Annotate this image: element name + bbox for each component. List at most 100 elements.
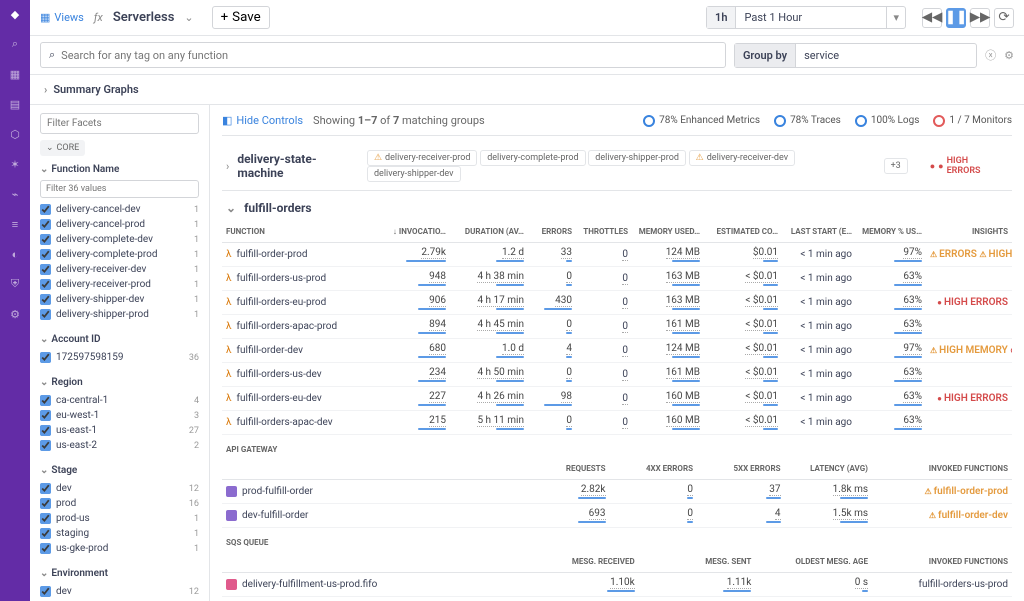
column-header[interactable]: MESG. RECEIVED [522,551,639,573]
facet-title[interactable]: Stage [40,465,199,476]
facet-checkbox[interactable] [40,586,51,597]
column-header[interactable]: LATENCY (AVG) [785,458,873,480]
facet-checkbox[interactable] [40,498,51,509]
security-icon[interactable]: ⛨ [7,276,23,292]
facet-item[interactable]: delivery-shipper-prod1 [40,307,199,322]
column-header[interactable]: REQUESTS [522,458,610,480]
settings-icon[interactable]: ⚙ [7,306,23,322]
chevron-down-icon[interactable]: ⌄ [184,11,193,24]
column-header[interactable] [222,458,522,480]
infra-icon[interactable]: ▤ [7,96,23,112]
column-header[interactable]: MEMORY % US… [856,221,926,243]
facet-checkbox[interactable] [40,309,51,320]
table-row[interactable]: λfulfill-orders-us-dev2344 h 50 min00161… [222,363,1012,387]
table-row[interactable]: λfulfill-orders-eu-prod9064 h 17 min4300… [222,291,1012,315]
column-header[interactable]: 5XX ERRORS [697,458,785,480]
dashboard-icon[interactable]: ▦ [7,66,23,82]
facet-item[interactable]: prod16 [40,496,199,511]
facet-checkbox[interactable] [40,410,51,421]
search-field[interactable] [61,49,717,62]
time-forward-button[interactable]: ▶▶ [970,8,990,28]
time-back-button[interactable]: ◀◀ [922,8,942,28]
metric-enhanced[interactable]: 78% Enhanced Metrics [643,115,760,127]
core-tag[interactable]: ⌄ CORE [40,140,85,156]
facet-checkbox[interactable] [40,513,51,524]
column-header[interactable]: FUNCTION [222,221,382,243]
facet-item[interactable]: delivery-complete-dev1 [40,232,199,247]
facet-item[interactable]: dev12 [40,584,199,599]
facet-item[interactable]: delivery-cancel-dev1 [40,202,199,217]
column-header[interactable]: LAST START (E… [782,221,856,243]
apm-icon[interactable]: ⬡ [7,126,23,142]
pause-button[interactable]: ❚❚ [946,8,966,28]
facet-checkbox[interactable] [40,204,51,215]
table-row[interactable]: λfulfill-orders-apac-dev2155 h 11 min001… [222,411,1012,435]
rum-icon[interactable]: ◐ [7,246,23,262]
facet-item[interactable]: delivery-shipper-dev1 [40,292,199,307]
table-row[interactable]: delivery-fulfillment-eu-prod.fifo1.06k1.… [222,597,1012,601]
metric-traces[interactable]: 78% Traces [774,115,841,127]
facet-item[interactable]: eu-west-13 [40,408,199,423]
table-row[interactable]: λfulfill-orders-apac-prod8944 h 45 min00… [222,315,1012,339]
facet-item[interactable]: staging1 [40,526,199,541]
time-pill[interactable]: 1h [707,7,736,28]
facet-checkbox[interactable] [40,395,51,406]
facet-checkbox[interactable] [40,483,51,494]
function-badge[interactable]: delivery-receiver-prod [367,150,478,166]
column-header[interactable]: ERRORS [528,221,576,243]
column-header[interactable]: INSIGHTS [926,221,1012,243]
facet-title[interactable]: Region [40,377,199,388]
column-header[interactable]: ↓ INVOCATIO… [382,221,450,243]
column-header[interactable]: 4XX ERRORS [610,458,698,480]
column-header[interactable]: INVOKED FUNCTIONS [872,551,1012,573]
facet-item[interactable]: delivery-cancel-prod1 [40,217,199,232]
facet-item[interactable]: delivery-complete-prod1 [40,247,199,262]
facet-checkbox[interactable] [40,528,51,539]
table-row[interactable]: λfulfill-orders-us-prod9484 h 38 min0016… [222,267,1012,291]
summary-graphs[interactable]: › Summary Graphs [30,75,1024,105]
clear-icon[interactable]: ⓧ [985,47,996,63]
facet-checkbox[interactable] [40,352,51,363]
metrics-icon[interactable]: ⌁ [7,186,23,202]
facet-title[interactable]: Environment [40,568,199,579]
refresh-button[interactable]: ⟳ [994,8,1014,28]
gear-icon[interactable]: ⚙ [1004,49,1014,62]
logs-icon[interactable]: ≡ [7,216,23,232]
hide-controls-button[interactable]: ◧ Hide Controls [222,114,303,127]
facet-checkbox[interactable] [40,440,51,451]
column-header[interactable] [222,551,522,573]
facet-checkbox[interactable] [40,234,51,245]
function-badge[interactable]: delivery-complete-prod [480,150,585,166]
function-badge[interactable]: delivery-receiver-dev [689,150,795,166]
column-header[interactable]: ESTIMATED CO… [704,221,782,243]
search-icon[interactable]: ⌕ [7,36,23,52]
facet-item[interactable]: us-east-127 [40,423,199,438]
facet-title[interactable]: Account ID [40,334,199,345]
column-header[interactable]: OLDEST MESG. AGE [755,551,872,573]
facet-checkbox[interactable] [40,279,51,290]
badge-more[interactable]: +3 [884,158,908,174]
table-row[interactable]: λfulfill-order-prod2.79k1.2 d330124 MB$0… [222,243,1012,267]
monitors-icon[interactable]: ✶ [7,156,23,172]
column-header[interactable]: INVOKED FUNCTIONS [872,458,1012,480]
table-row[interactable]: λfulfill-order-dev6801.0 d40124 MB< $0.0… [222,339,1012,363]
column-header[interactable]: DURATION (AV… [450,221,528,243]
table-row[interactable]: prod-fulfill-order2.82k0371.8k msfulfill… [222,480,1012,504]
facet-item[interactable]: ca-central-14 [40,393,199,408]
save-button[interactable]: + Save [212,6,270,29]
facet-checkbox[interactable] [40,294,51,305]
facet-checkbox[interactable] [40,425,51,436]
group-by[interactable]: Group by service [734,43,977,68]
function-badge[interactable]: delivery-shipper-dev [367,166,461,182]
facet-checkbox[interactable] [40,264,51,275]
time-range[interactable]: 1h Past 1 Hour ▾ [706,6,906,29]
facet-checkbox[interactable] [40,543,51,554]
facet-checkbox[interactable] [40,219,51,230]
logo-icon[interactable]: ◆ [7,6,23,22]
facet-item[interactable]: delivery-receiver-prod1 [40,277,199,292]
facet-filter-input[interactable] [40,180,199,198]
search-input[interactable]: ⌕ [40,42,726,68]
facet-checkbox[interactable] [40,249,51,260]
facet-item[interactable]: 17259759815936 [40,350,199,365]
metric-logs[interactable]: 100% Logs [855,115,920,127]
